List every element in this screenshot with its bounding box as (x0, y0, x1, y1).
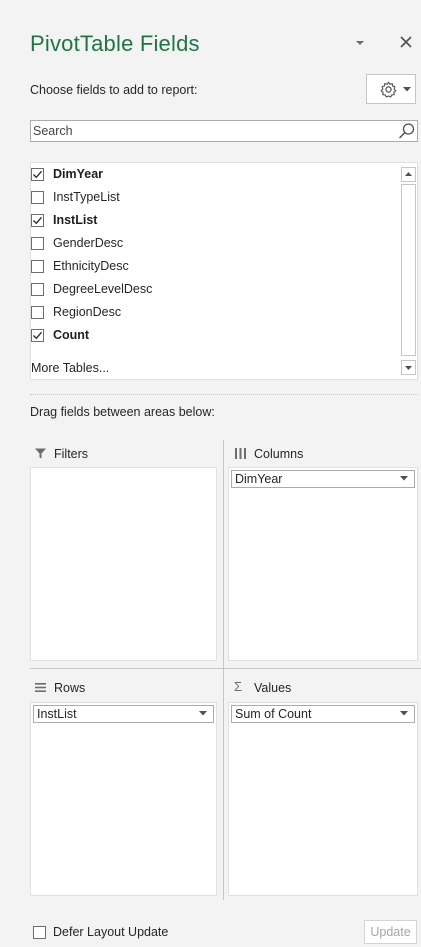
tools-button[interactable] (366, 74, 416, 104)
field-item-count[interactable]: Count (31, 326, 399, 346)
values-field-chip[interactable]: Sum of Count (231, 705, 415, 723)
update-button[interactable]: Update (364, 920, 417, 944)
chevron-down-icon[interactable] (199, 711, 207, 716)
columns-icon (235, 448, 246, 459)
columns-drop-area[interactable]: DimYear (228, 467, 418, 661)
chevron-down-icon[interactable] (400, 711, 408, 716)
drag-fields-label: Drag fields between areas below: (30, 405, 215, 419)
field-label: InstList (53, 213, 98, 227)
field-label: EthnicityDesc (53, 259, 129, 273)
field-label: RegionDesc (53, 305, 122, 319)
checkmark-icon (33, 170, 42, 179)
field-list-scrollbar[interactable] (400, 163, 417, 379)
filters-drop-area[interactable] (30, 467, 217, 661)
field-checkbox-ethnicitydesc[interactable] (31, 260, 44, 273)
search-box[interactable] (30, 120, 418, 142)
field-item-instlist[interactable]: InstList (31, 211, 399, 231)
gear-icon (380, 81, 397, 98)
field-label: InstTypeList (53, 190, 120, 204)
field-checkbox-genderdesc[interactable] (31, 237, 44, 250)
field-label: DimYear (53, 167, 104, 181)
columns-field-label: DimYear (235, 472, 283, 486)
choose-fields-label: Choose fields to add to report: (30, 83, 198, 97)
field-checkbox-insttypelist[interactable] (31, 191, 44, 204)
section-divider (30, 394, 418, 395)
values-drop-area[interactable]: Sum of Count (228, 702, 418, 896)
field-label: Count (53, 328, 90, 342)
field-item-regiondesc[interactable]: RegionDesc (31, 303, 399, 323)
close-icon[interactable] (399, 35, 413, 49)
rows-drop-area[interactable]: InstList (30, 702, 217, 896)
field-checkbox-dimyear[interactable] (31, 168, 44, 181)
checkmark-icon (33, 331, 42, 340)
area-horizontal-splitter[interactable] (30, 668, 421, 669)
field-item-genderdesc[interactable]: GenderDesc (31, 234, 399, 254)
field-label: DegreeLevelDesc (53, 282, 153, 296)
rows-field-chip[interactable]: InstList (33, 705, 214, 723)
field-item-dimyear[interactable]: DimYear (31, 165, 399, 185)
pane-title: PivotTable Fields (30, 31, 200, 56)
columns-label: Columns (254, 447, 304, 461)
columns-field-chip[interactable]: DimYear (231, 470, 415, 488)
field-checkbox-instlist[interactable] (31, 214, 44, 227)
field-checkbox-regiondesc[interactable] (31, 306, 44, 319)
checkmark-icon (33, 216, 42, 225)
rows-field-label: InstList (37, 707, 77, 721)
scroll-up-button[interactable] (401, 167, 416, 182)
rows-area-header: Rows (34, 679, 214, 699)
search-icon[interactable] (398, 122, 416, 140)
defer-layout-label: Defer Layout Update (53, 925, 169, 939)
field-list: DimYear InstTypeList InstList GenderDesc… (30, 162, 418, 380)
scroll-down-button[interactable] (401, 360, 416, 375)
defer-layout-checkbox[interactable] (33, 926, 46, 939)
field-checkbox-degreeleveldesc[interactable] (31, 283, 44, 296)
rows-icon (35, 683, 46, 692)
search-input[interactable] (33, 122, 383, 140)
arrow-down-icon (405, 366, 412, 370)
more-tables-link[interactable]: More Tables... (31, 361, 109, 375)
chevron-down-icon[interactable] (400, 476, 408, 481)
scroll-track[interactable] (401, 184, 416, 356)
filter-icon (35, 448, 46, 459)
sigma-icon: Σ (234, 679, 243, 694)
pane-options-dropdown-icon[interactable] (353, 36, 367, 50)
values-label: Values (254, 681, 292, 695)
field-checkbox-count[interactable] (31, 329, 44, 342)
values-field-label: Sum of Count (235, 707, 312, 721)
filters-area-header: Filters (34, 445, 214, 465)
arrow-up-icon (405, 172, 412, 176)
rows-label: Rows (54, 681, 86, 695)
field-item-ethnicitydesc[interactable]: EthnicityDesc (31, 257, 399, 277)
field-item-insttypelist[interactable]: InstTypeList (31, 188, 399, 208)
area-vertical-splitter[interactable] (223, 440, 224, 900)
chevron-down-icon (403, 87, 411, 92)
columns-area-header: Columns (234, 445, 414, 465)
values-area-header: Σ Values (234, 679, 414, 699)
pivottable-fields-pane: PivotTable Fields Choose fields to add t… (0, 0, 421, 947)
field-item-degreeleveldesc[interactable]: DegreeLevelDesc (31, 280, 399, 300)
filters-label: Filters (54, 447, 89, 461)
field-label: GenderDesc (53, 236, 124, 250)
